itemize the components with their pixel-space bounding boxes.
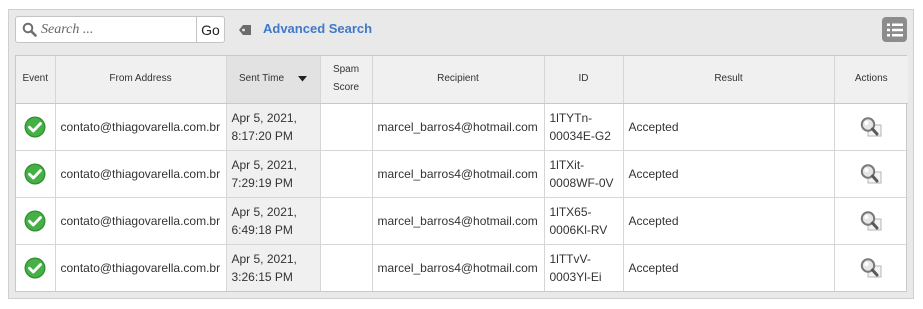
from-address-cell: contato@thiagovarella.com.br [55, 150, 227, 198]
header-label: Actions [854, 73, 888, 85]
header-label: Sent Time [238, 73, 285, 85]
spam-score-cell [320, 197, 373, 245]
column-header-actions: Actions [834, 56, 908, 104]
recipient-cell: marcel_barros4@hotmail.com [372, 197, 545, 245]
table-row: contato@thiagovarella.com.br Apr 5, 2021… [16, 150, 908, 198]
sent-clock: 8:17:20 PM [231, 128, 293, 143]
column-header-event[interactable]: Event [16, 56, 56, 104]
check-circle-icon [24, 210, 46, 231]
search-input[interactable] [41, 18, 191, 41]
check-circle-icon [24, 163, 46, 184]
sent-date: Apr 5, 2021, [231, 157, 297, 172]
list-menu-button[interactable] [882, 17, 907, 42]
search-icon [22, 22, 37, 37]
sent-date: Apr 5, 2021, [231, 204, 297, 219]
id-part: 1lTXit- [549, 157, 585, 172]
spam-score-cell [320, 150, 373, 198]
event-cell [16, 103, 56, 151]
result-cell: Accepted [623, 150, 835, 198]
header-label: Spam [332, 64, 360, 76]
message-id-cell: 1lTYTn- 00034E-G2 [544, 103, 624, 151]
go-button[interactable]: Go [196, 16, 225, 43]
table-row: contato@thiagovarella.com.br Apr 5, 2021… [16, 244, 908, 291]
id-part: 0008WF-0V [549, 175, 614, 190]
sent-clock: 7:29:19 PM [231, 175, 293, 190]
recipient-cell: marcel_barros4@hotmail.com [372, 244, 545, 291]
id-part: 0006Kl-RV [549, 222, 608, 237]
spam-score-cell [320, 103, 373, 151]
from-address-cell: contato@thiagovarella.com.br [55, 197, 227, 245]
from-address-cell: contato@thiagovarella.com.br [55, 244, 227, 291]
spam-score-cell [320, 244, 373, 291]
sent-time-cell: Apr 5, 2021, 8:17:20 PM [226, 103, 321, 151]
column-header-from-address[interactable]: From Address [55, 56, 227, 104]
sent-time-cell: Apr 5, 2021, 3:26:15 PM [226, 244, 321, 291]
id-part: 00034E-G2 [549, 128, 611, 143]
event-cell [16, 197, 56, 245]
message-id-cell: 1lTX65- 0006Kl-RV [544, 197, 624, 245]
sent-date: Apr 5, 2021, [231, 251, 297, 266]
id-part: 1lTX65- [549, 204, 592, 219]
result-cell: Accepted [623, 244, 835, 291]
column-header-result[interactable]: Result [623, 56, 835, 104]
sent-date: Apr 5, 2021, [231, 110, 297, 125]
header-label: From Address [109, 73, 172, 85]
from-address-cell: contato@thiagovarella.com.br [55, 103, 227, 151]
header-label: Result [714, 73, 743, 85]
magnifier-view-icon[interactable] [859, 163, 883, 185]
actions-cell [834, 244, 908, 291]
advanced-search-link[interactable]: Advanced Search [263, 21, 372, 36]
recipient-cell: marcel_barros4@hotmail.com [372, 103, 545, 151]
event-cell [16, 244, 56, 291]
delivery-table: Event From Address Sent Time Spam Score R… [15, 55, 908, 292]
message-id-cell: 1lTTvV- 0003Yl-Ei [544, 244, 624, 291]
column-header-id[interactable]: ID [544, 56, 624, 104]
table-row: contato@thiagovarella.com.br Apr 5, 2021… [16, 103, 908, 151]
list-menu-icon [886, 23, 903, 36]
magnifier-view-icon[interactable] [859, 257, 883, 279]
id-part: 0003Yl-Ei [549, 269, 602, 284]
id-part: 1lTYTn- [549, 110, 593, 125]
table-header-row: Event From Address Sent Time Spam Score R… [16, 56, 908, 104]
header-label: Recipient [437, 73, 479, 85]
mail-delivery-panel: Go Advanced Search Event From Address [8, 9, 914, 299]
magnifier-view-icon[interactable] [859, 210, 883, 232]
id-part: 1lTTvV- [549, 251, 591, 266]
header-label: Event [22, 73, 49, 85]
table-row: contato@thiagovarella.com.br Apr 5, 2021… [16, 197, 908, 245]
sent-time-cell: Apr 5, 2021, 6:49:18 PM [226, 197, 321, 245]
actions-cell [834, 150, 908, 198]
magnifier-view-icon[interactable] [859, 116, 883, 138]
header-label: ID [578, 73, 589, 85]
actions-cell [834, 197, 908, 245]
recipient-cell: marcel_barros4@hotmail.com [372, 150, 545, 198]
sent-time-cell: Apr 5, 2021, 7:29:19 PM [226, 150, 321, 198]
result-cell: Accepted [623, 197, 835, 245]
sent-clock: 3:26:15 PM [231, 269, 293, 284]
tag-icon [239, 25, 251, 35]
check-circle-icon [24, 257, 46, 279]
column-header-spam-score[interactable]: Spam Score [320, 56, 373, 104]
result-cell: Accepted [623, 103, 835, 151]
check-circle-icon [24, 116, 46, 137]
search-field[interactable] [15, 16, 197, 43]
message-id-cell: 1lTXit- 0008WF-0V [544, 150, 624, 198]
column-header-sent-time[interactable]: Sent Time [226, 56, 321, 104]
sort-descending-icon [298, 75, 308, 82]
sent-clock: 6:49:18 PM [231, 222, 293, 237]
column-header-recipient[interactable]: Recipient [372, 56, 545, 104]
toolbar: Go Advanced Search [9, 10, 913, 50]
actions-cell [834, 103, 908, 151]
event-cell [16, 150, 56, 198]
header-label: Score [332, 82, 360, 94]
